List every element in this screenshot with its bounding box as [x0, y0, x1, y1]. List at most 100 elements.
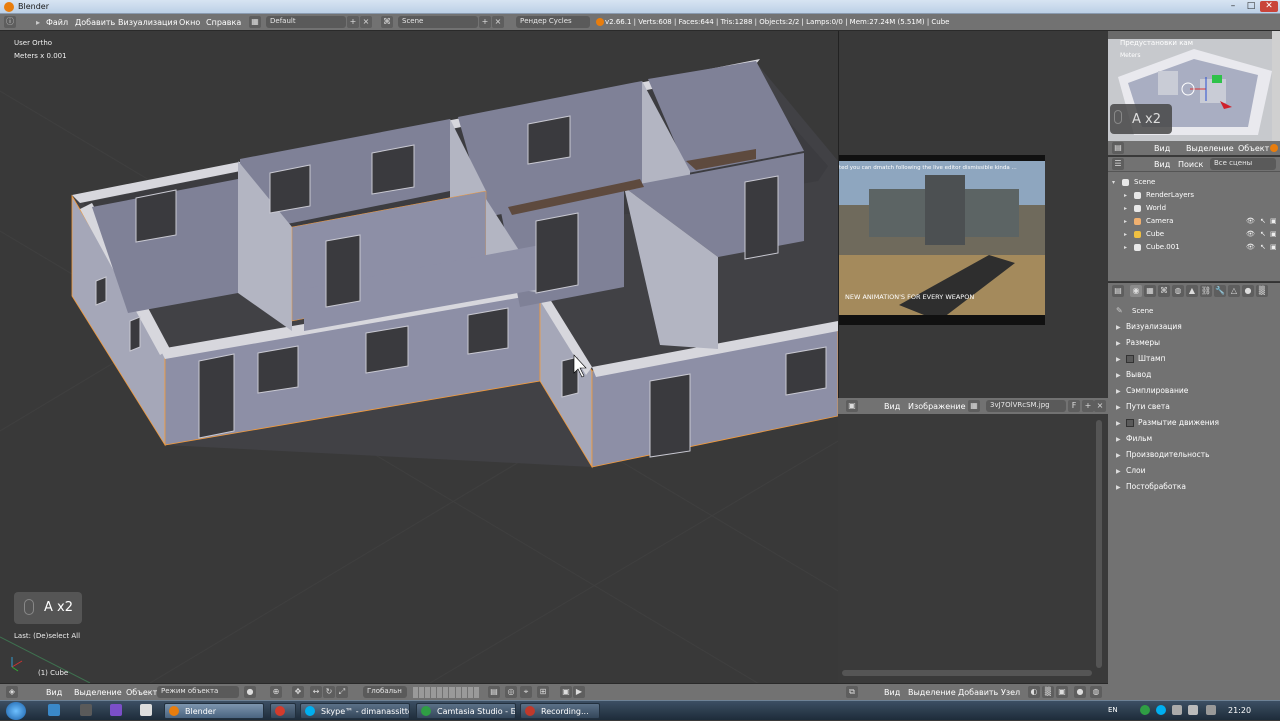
selectability-cursor-icon[interactable]: ↖ [1260, 230, 1266, 238]
screen-layout-field[interactable]: Default [266, 16, 346, 28]
outliner-row[interactable]: ▸ Camera 👁 ↖ ▣ [1108, 215, 1280, 228]
keyboard-layout-indicator[interactable]: EN [1108, 706, 1118, 714]
image-unlink-icon[interactable]: × [1094, 400, 1106, 412]
taskbar-task[interactable]: Recording... [520, 703, 600, 719]
proportional-edit-icon[interactable]: ◎ [505, 686, 517, 698]
panel-expand-icon[interactable]: ▶ [1116, 452, 1126, 459]
properties-panel-row[interactable]: ▶ Штамп [1116, 354, 1276, 368]
node-compositing-icon[interactable]: ▣ [1056, 686, 1068, 698]
menu-help[interactable]: Справка [206, 18, 241, 27]
outliner-row[interactable]: ▾ Scene [1108, 176, 1280, 189]
explorer-quicklaunch-icon[interactable] [48, 704, 60, 716]
snap-element-icon[interactable]: ⌖ [520, 686, 532, 698]
properties-panel-row[interactable]: ▶ Вывод [1116, 370, 1276, 384]
outliner-row[interactable]: ▸ Cube.001 👁 ↖ ▣ [1108, 241, 1280, 254]
menu-render[interactable]: Визуализация [118, 18, 178, 27]
tray-camtasia-icon[interactable] [1140, 705, 1150, 715]
properties-panel-row[interactable]: ▶ Слои [1116, 466, 1276, 480]
horizontal-scrollbar[interactable] [842, 670, 1092, 676]
properties-panel-row[interactable]: ▶ Размеры [1116, 338, 1276, 352]
taskbar-clock[interactable]: 21:20 [1228, 706, 1251, 715]
remove-layout-icon[interactable]: × [360, 16, 372, 28]
outliner-menu-view-2[interactable]: Вид [1154, 160, 1170, 169]
editor-type-3d-icon[interactable]: ◈ [6, 686, 18, 698]
image-name-field[interactable]: 3vJ7OlVRcSM.jpg [986, 400, 1066, 412]
panel-expand-icon[interactable]: ▶ [1116, 484, 1126, 491]
node-shader-icon[interactable]: ◐ [1028, 686, 1040, 698]
tab-render-icon[interactable]: ◉ [1130, 285, 1142, 297]
node-menu-add[interactable]: Добавить [958, 688, 998, 697]
node-menu-node[interactable]: Узел [1001, 688, 1020, 697]
editor-type-node-icon[interactable]: ⧉ [846, 686, 858, 698]
tab-data-icon[interactable]: △ [1228, 285, 1240, 297]
transform-orientation-select[interactable]: Глобальн [363, 686, 407, 698]
scene-field[interactable]: Scene [398, 16, 478, 28]
scene-icon[interactable]: ⌘ [381, 16, 393, 28]
node-texture-icon[interactable]: ▒ [1042, 686, 1054, 698]
viewport-menu-view[interactable]: Вид [46, 688, 62, 697]
image-new-icon[interactable]: + [1082, 400, 1094, 412]
tab-world-icon[interactable]: ◍ [1172, 285, 1184, 297]
add-scene-icon[interactable]: + [479, 16, 491, 28]
maximize-button[interactable]: □ [1242, 1, 1260, 12]
outliner-row[interactable]: ▸ World [1108, 202, 1280, 215]
menu-file[interactable]: Файл [46, 18, 68, 27]
expand-arrow-icon[interactable]: ▸ [1124, 205, 1127, 212]
taskbar-task[interactable]: Skype™ - dimanassitto [300, 703, 410, 719]
editor-type-image-icon[interactable]: ▣ [846, 400, 858, 412]
selectability-cursor-icon[interactable]: ↖ [1260, 217, 1266, 225]
properties-panel-row[interactable]: ▶ Постобработка [1116, 482, 1276, 496]
taskbar-task[interactable] [270, 703, 296, 719]
3d-viewport[interactable]: User Ortho Meters x 0.001 Last: (De)sele… [0, 31, 838, 683]
visibility-eye-icon[interactable]: 👁 [1246, 230, 1255, 238]
editor-type-properties-icon[interactable]: ▤ [1112, 285, 1124, 297]
node-menu-view[interactable]: Вид [884, 688, 900, 697]
start-button[interactable] [6, 702, 26, 720]
renderability-camera-icon[interactable]: ▣ [1270, 230, 1277, 238]
panel-expand-icon[interactable]: ▶ [1116, 372, 1126, 379]
node-world-icon[interactable]: ◍ [1090, 686, 1102, 698]
properties-panel-row[interactable]: ▶ Размытие движения [1116, 418, 1276, 432]
minimize-button[interactable]: – [1224, 1, 1242, 12]
outliner-menu-select[interactable]: Выделение [1186, 144, 1234, 153]
app-quicklaunch-icon[interactable] [110, 704, 122, 716]
tab-layers-icon[interactable]: ▦ [1144, 285, 1156, 297]
tray-misc-icon[interactable] [1206, 705, 1216, 715]
outliner-menu-search[interactable]: Поиск [1178, 160, 1203, 169]
viewport-canvas[interactable] [0, 31, 838, 683]
image-browse-icon[interactable]: ▦ [968, 400, 980, 412]
panel-expand-icon[interactable]: ▶ [1116, 340, 1126, 347]
taskbar-task[interactable]: Blender [164, 703, 264, 719]
render-engine-select[interactable]: Рендер Cycles [516, 16, 590, 28]
panel-expand-icon[interactable]: ▶ [1116, 356, 1126, 363]
render-preview-icon[interactable]: ▣ [560, 686, 572, 698]
viewport-menu-object[interactable]: Объект [126, 688, 157, 697]
menu-add[interactable]: Добавить [75, 18, 115, 27]
render-icon[interactable] [1270, 144, 1278, 152]
panel-expand-icon[interactable]: ▶ [1116, 404, 1126, 411]
panel-expand-icon[interactable]: ▶ [1116, 420, 1126, 427]
panel-enable-checkbox[interactable] [1126, 419, 1134, 427]
selectability-cursor-icon[interactable]: ↖ [1260, 243, 1266, 251]
panel-expand-icon[interactable]: ▶ [1116, 468, 1126, 475]
scale-icon[interactable]: ⤢ [336, 686, 348, 698]
tray-volume-icon[interactable] [1188, 705, 1198, 715]
outliner-row[interactable]: ▸ RenderLayers [1108, 189, 1280, 202]
viewport-menu-select[interactable]: Выделение [74, 688, 122, 697]
tab-constraints-icon[interactable]: ⛓ [1200, 285, 1212, 297]
outliner-display-mode-select[interactable]: Все сцены [1210, 158, 1276, 170]
node-material-icon[interactable]: ● [1074, 686, 1086, 698]
properties-panel-row[interactable]: ▶ Производительность [1116, 450, 1276, 464]
panel-expand-icon[interactable]: ▶ [1116, 388, 1126, 395]
editor-type-props-icon[interactable]: ▤ [1112, 142, 1124, 154]
menu-window[interactable]: Окно [179, 18, 200, 27]
translate-icon[interactable]: ↔ [310, 686, 322, 698]
manipulator-icon[interactable]: ✥ [292, 686, 304, 698]
taskbar-task[interactable]: Camtasia Studio - Бе... [416, 703, 516, 719]
properties-panel-row[interactable]: ▶ Пути света [1116, 402, 1276, 416]
visibility-eye-icon[interactable]: 👁 [1246, 217, 1255, 225]
tray-skype-icon[interactable] [1156, 705, 1166, 715]
screen-layout-icon[interactable]: ▦ [249, 16, 261, 28]
snap-icon[interactable]: ⊞ [537, 686, 549, 698]
tab-object-icon[interactable]: ▲ [1186, 285, 1198, 297]
